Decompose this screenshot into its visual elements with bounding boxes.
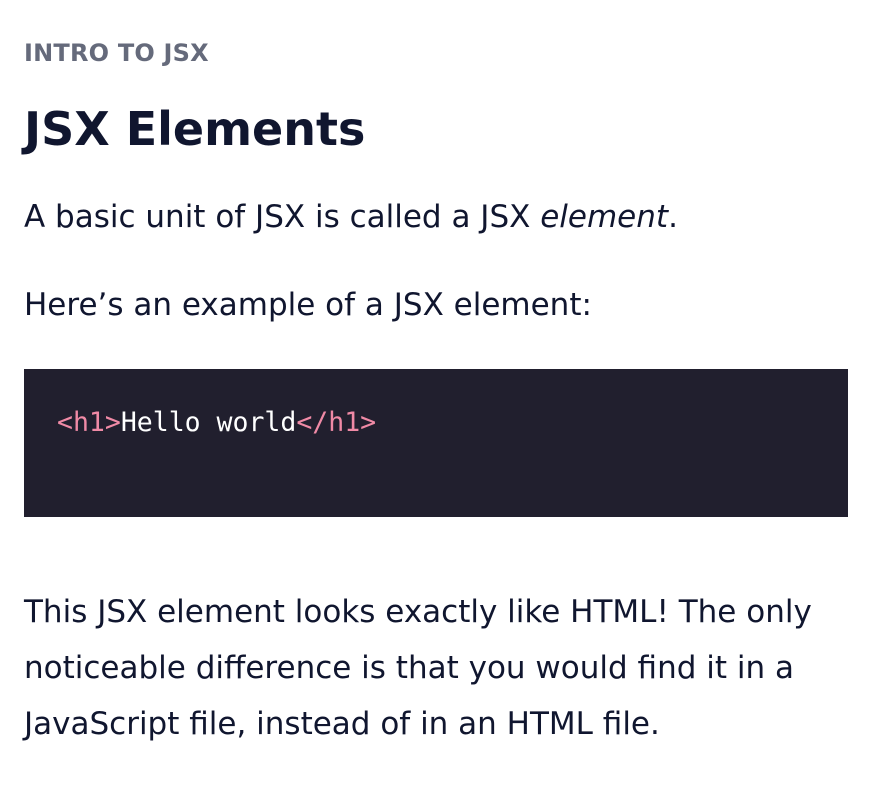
code-open-tag: <h1>: [57, 407, 121, 438]
code-line: <h1>Hello world</h1>: [57, 406, 376, 440]
paragraph-definition-emphasis: element: [540, 199, 669, 235]
paragraph-example-intro: Here’s an example of a JSX element:: [24, 287, 592, 323]
paragraph-explanation-line-2: noticeable difference is that you would …: [24, 650, 794, 686]
lesson-eyebrow: INTRO TO JSX: [24, 39, 209, 67]
paragraph-explanation-line-1: This JSX element looks exactly like HTML…: [24, 594, 812, 630]
code-block: <h1>Hello world</h1>: [24, 369, 848, 517]
paragraph-definition: A basic unit of JSX is called a JSX elem…: [24, 197, 678, 237]
paragraph-definition-text: A basic unit of JSX is called a JSX: [24, 199, 541, 235]
paragraph-definition-end: .: [668, 199, 678, 235]
paragraph-explanation-line-3: JavaScript file, instead of in an HTML f…: [24, 706, 660, 742]
lesson-title: JSX Elements: [24, 102, 366, 156]
code-content: Hello world: [120, 407, 297, 438]
code-close-tag: </h1>: [296, 407, 377, 438]
paragraph-explanation: This JSX element looks exactly like HTML…: [24, 584, 848, 752]
